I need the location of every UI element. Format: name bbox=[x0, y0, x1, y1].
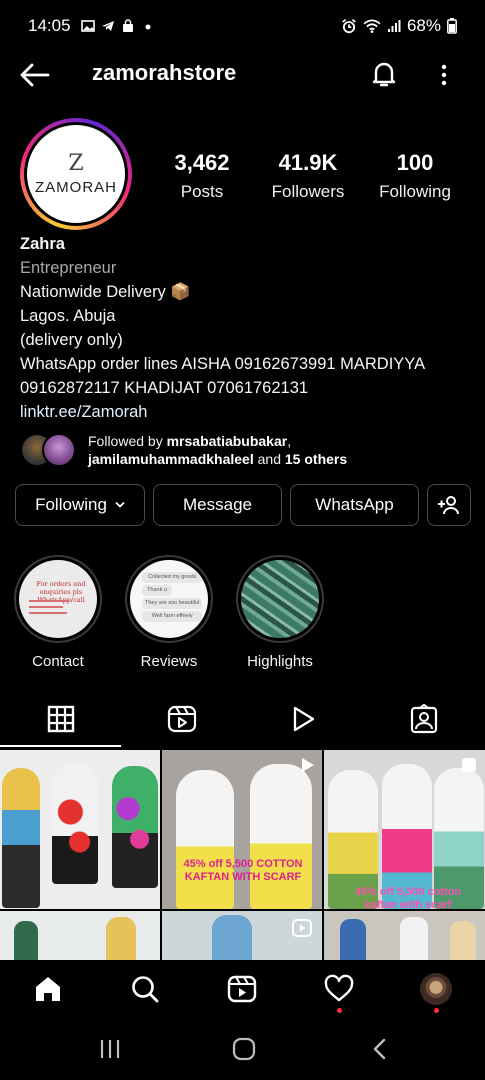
tab-videos[interactable] bbox=[242, 690, 363, 748]
bio-link[interactable]: linktr.ee/Zamorah bbox=[20, 400, 470, 424]
follower-username: mrsabatiabubakar bbox=[166, 433, 288, 449]
profile-content-tabs bbox=[0, 690, 485, 748]
alarm-icon bbox=[342, 19, 356, 34]
highlight-reviews[interactable]: Collected my goods Thank u They are soo … bbox=[125, 555, 213, 670]
back-button-icon[interactable] bbox=[370, 1037, 390, 1061]
chevron-down-icon bbox=[115, 502, 125, 508]
play-icon bbox=[293, 706, 314, 732]
battery-icon bbox=[447, 18, 457, 34]
stat-followers-label: Followers bbox=[271, 182, 345, 201]
follower-avatar bbox=[42, 433, 76, 467]
profile-header: zamorahstore bbox=[0, 52, 485, 98]
stat-posts-value: 3,462 bbox=[174, 150, 230, 175]
nav-home[interactable] bbox=[31, 972, 65, 1006]
highlight-highlights[interactable]: Highlights bbox=[236, 555, 324, 670]
nav-reels[interactable] bbox=[225, 972, 259, 1006]
add-person-icon bbox=[438, 496, 459, 515]
followers-others-count: 15 others bbox=[284, 451, 348, 467]
whatsapp-button[interactable]: WhatsApp bbox=[290, 484, 419, 526]
shopping-bag-icon bbox=[122, 19, 133, 32]
post-thumbnail[interactable] bbox=[162, 911, 322, 960]
follower-username: jamilamuhammadkhaleel bbox=[88, 451, 254, 467]
notification-bell-icon[interactable] bbox=[368, 58, 400, 90]
post-thumbnail[interactable]: 45% off 5,500 cotton kaftan with scarf bbox=[324, 750, 485, 909]
reel-indicator-icon bbox=[462, 758, 476, 772]
bio-line: WhatsApp order lines AISHA 09162673991 M… bbox=[20, 355, 425, 397]
message-button[interactable]: Message bbox=[153, 484, 282, 526]
profile-avatar-small bbox=[420, 973, 452, 1005]
tab-tagged[interactable] bbox=[363, 690, 484, 748]
stat-following-label: Following bbox=[379, 182, 451, 201]
profile-action-buttons: Following Message WhatsApp bbox=[0, 484, 485, 526]
reels-icon bbox=[227, 975, 257, 1003]
nav-profile[interactable] bbox=[419, 972, 453, 1006]
active-tab-indicator bbox=[0, 745, 121, 747]
highlight-label: Contact bbox=[32, 653, 84, 670]
bio-line: (delivery only) bbox=[20, 331, 123, 349]
home-button-icon[interactable] bbox=[231, 1037, 257, 1061]
heart-icon bbox=[324, 974, 354, 1002]
battery-percent: 68% bbox=[406, 16, 441, 35]
highlight-cover bbox=[241, 560, 319, 638]
back-arrow-icon[interactable] bbox=[18, 60, 52, 90]
reel-indicator-icon bbox=[292, 919, 312, 937]
bottom-navigation bbox=[0, 960, 485, 1020]
post-caption: 45% off 5,500 COTTON KAFTAN WITH SCARF bbox=[183, 858, 303, 883]
followed-by[interactable]: Followed by mrsabatiabubakar, jamilamuha… bbox=[20, 430, 347, 470]
recent-apps-icon[interactable] bbox=[98, 1038, 122, 1060]
stat-posts-label: Posts bbox=[180, 182, 224, 201]
profile-avatar[interactable]: Z ZAMORAH bbox=[20, 118, 132, 230]
nav-search[interactable] bbox=[128, 972, 162, 1006]
stat-followers-value: 41.9K bbox=[278, 150, 338, 175]
post-caption: 45% off 5,500 cotton kaftan with scarf bbox=[354, 886, 462, 909]
avatar-logo: Z ZAMORAH bbox=[27, 125, 125, 223]
post-thumbnail[interactable] bbox=[0, 750, 160, 909]
post-thumbnail[interactable] bbox=[324, 911, 485, 960]
tab-reels[interactable] bbox=[121, 690, 242, 748]
bio-line: Lagos. Abuja bbox=[20, 307, 116, 325]
highlight-label: Reviews bbox=[140, 653, 198, 670]
profile-bio: Zahra Entrepreneur Nationwide Delivery 📦… bbox=[20, 232, 470, 424]
highlight-label: Highlights bbox=[247, 653, 313, 670]
posts-grid: 45% off 5,500 COTTON KAFTAN WITH SCARF 4… bbox=[0, 750, 485, 960]
wifi-icon bbox=[363, 19, 381, 33]
profile-category: Entrepreneur bbox=[20, 259, 117, 277]
activity-notification-dot bbox=[337, 1008, 342, 1013]
profile-notification-dot bbox=[434, 1008, 439, 1013]
bio-line: Nationwide Delivery 📦 bbox=[20, 283, 191, 301]
grid-icon bbox=[47, 705, 74, 733]
highlight-cover: Collected my goods Thank u They are soo … bbox=[130, 560, 208, 638]
nav-activity[interactable] bbox=[322, 972, 356, 1006]
more-options-icon[interactable] bbox=[432, 60, 456, 90]
stat-following[interactable]: 100 Following bbox=[372, 150, 458, 202]
highlight-cover: For orders and enquiries pls WhatsApp/ca… bbox=[19, 560, 97, 638]
reels-icon bbox=[167, 705, 196, 733]
reel-indicator-icon bbox=[302, 758, 314, 772]
signal-icon bbox=[387, 20, 401, 32]
suggested-users-button[interactable] bbox=[427, 484, 471, 526]
tab-posts-grid[interactable] bbox=[0, 690, 121, 748]
telegram-icon bbox=[101, 21, 114, 31]
following-button[interactable]: Following bbox=[15, 484, 145, 526]
stat-followers[interactable]: 41.9K Followers bbox=[262, 150, 354, 202]
status-time: 14:05 bbox=[28, 16, 71, 35]
status-bar: 14:05 68% bbox=[0, 0, 485, 52]
gallery-icon bbox=[80, 20, 95, 32]
stat-posts[interactable]: 3,462 Posts bbox=[162, 150, 242, 202]
home-icon bbox=[36, 977, 60, 1001]
highlight-contact[interactable]: For orders and enquiries pls WhatsApp/ca… bbox=[14, 555, 102, 670]
tagged-icon bbox=[410, 704, 437, 734]
profile-name: Zahra bbox=[20, 235, 65, 253]
profile-username: zamorahstore bbox=[92, 60, 237, 85]
dot-icon bbox=[145, 24, 151, 30]
post-thumbnail[interactable] bbox=[0, 911, 160, 960]
post-thumbnail[interactable]: 45% off 5,500 COTTON KAFTAN WITH SCARF bbox=[162, 750, 322, 909]
search-icon bbox=[132, 976, 159, 1003]
stat-following-value: 100 bbox=[396, 150, 434, 175]
system-navigation bbox=[0, 1020, 485, 1080]
